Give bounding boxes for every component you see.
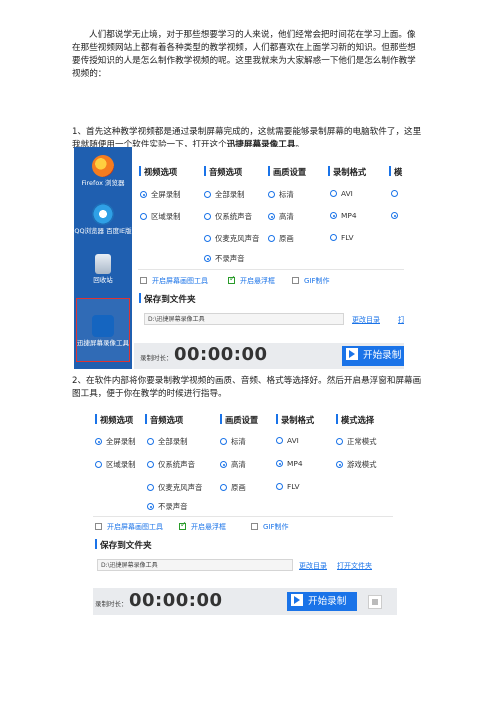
radio-audio-none[interactable]: 不录声音: [147, 501, 188, 512]
radio-audio-all[interactable]: 全部录制: [204, 189, 245, 200]
intro-paragraph: 人们都说学无止境，对于那些想要学习的人来说，他们经常会把时间花在学习上面。像在那…: [72, 30, 416, 79]
record-duration-label: 录制时长：: [140, 354, 173, 362]
save-path-field[interactable]: D:\迅捷屏幕录像工具: [144, 313, 344, 325]
radio-format-mp4[interactable]: MP4: [276, 459, 303, 468]
save-folder-title: 保存到文件夹: [139, 293, 196, 305]
column-quality-settings: 画质设置: [268, 166, 306, 178]
qq-browser-icon: [92, 203, 114, 225]
check-gif[interactable]: [251, 522, 262, 531]
column-audio-options: 音频选项: [204, 166, 242, 178]
play-icon: [291, 594, 303, 606]
radio-quality-hd[interactable]: 高清: [268, 211, 294, 222]
radio-fullscreen[interactable]: 全屏录制: [140, 189, 181, 200]
radio-format-flv[interactable]: FLV: [330, 233, 354, 242]
radio-quality-sd[interactable]: 标清: [268, 189, 294, 200]
check-float-window-label: 开启悬浮框: [191, 523, 226, 531]
radio-fullscreen[interactable]: 全屏录制: [95, 436, 136, 447]
radio-format-flv[interactable]: FLV: [276, 482, 300, 491]
check-float-window[interactable]: [228, 274, 239, 285]
recycle-bin-icon: [95, 254, 111, 274]
desktop-item-label: 回收站: [93, 276, 113, 284]
column-video-options: 视频选项: [95, 414, 133, 426]
column-mode: 模: [389, 166, 402, 178]
radio-format-avi[interactable]: AVI: [276, 436, 299, 445]
desktop-item-label: 迅捷屏幕录像工具: [77, 339, 129, 347]
desktop-item-qq-browser[interactable]: QQ浏览器 百度IE版: [74, 203, 132, 235]
record-footer: 录制时长： 00:00:00 开始录制: [134, 343, 404, 369]
start-record-button[interactable]: 开始录制: [287, 592, 357, 611]
open-folder-link[interactable]: 打开文件夹: [337, 561, 372, 571]
record-duration-label: 录制时长：: [95, 600, 128, 608]
radio-mode-game[interactable]: [391, 211, 402, 220]
radio-audio-all[interactable]: 全部录制: [147, 436, 188, 447]
open-folder-link[interactable]: 打: [398, 315, 404, 325]
column-quality-settings: 画质设置: [220, 414, 258, 426]
check-draw-tool[interactable]: [95, 522, 106, 531]
check-gif[interactable]: [292, 276, 303, 285]
check-gif-label: GIF制作: [304, 277, 330, 285]
screen-recorder-icon: [92, 315, 114, 337]
radio-quality-sd[interactable]: 标清: [220, 436, 246, 447]
desktop: Firefox 浏览器 QQ浏览器 百度IE版 回收站 迅捷屏幕录像工具: [74, 147, 132, 369]
recorder-panel-1: 视频选项 音频选项 画质设置 录制格式 模 全屏录制 区域录制 全部录制 仅系统…: [134, 147, 404, 369]
column-record-format: 录制格式: [328, 166, 366, 178]
radio-audio-none[interactable]: 不录声音: [204, 253, 245, 264]
column-audio-options: 音频选项: [145, 414, 183, 426]
radio-mode-normal[interactable]: 正常模式: [336, 436, 377, 447]
check-draw-tool-label: 开启屏幕画图工具: [107, 523, 163, 531]
radio-mode-game[interactable]: 游戏模式: [336, 459, 377, 470]
column-video-options: 视频选项: [139, 166, 177, 178]
desktop-item-firefox[interactable]: Firefox 浏览器: [74, 155, 132, 187]
change-dir-link[interactable]: 更改目录: [352, 315, 380, 325]
record-duration-value: 00:00:00: [174, 344, 268, 365]
radio-region[interactable]: 区域录制: [95, 459, 136, 470]
screenshot-app-settings: 视频选项 音频选项 画质设置 录制格式 模式选择 全屏录制 区域录制 全部录制 …: [93, 408, 397, 615]
desktop-item-label: Firefox 浏览器: [81, 179, 125, 187]
radio-quality-original[interactable]: 原画: [220, 482, 246, 493]
radio-quality-original[interactable]: 原画: [268, 233, 294, 244]
radio-format-mp4[interactable]: MP4: [330, 211, 357, 220]
step2-paragraph: 2、在软件内部将你要录制教学视频的画质、音频、格式等选择好。然后开启悬浮窗和屏幕…: [72, 376, 422, 399]
radio-audio-system[interactable]: 仅系统声音: [204, 211, 252, 222]
check-draw-tool-label: 开启屏幕画图工具: [152, 277, 208, 285]
check-float-window-label: 开启悬浮框: [240, 277, 275, 285]
divider: [138, 269, 404, 270]
radio-region[interactable]: 区域录制: [140, 211, 181, 222]
radio-audio-system[interactable]: 仅系统声音: [147, 459, 195, 470]
start-record-button[interactable]: 开始录制: [342, 346, 404, 366]
save-path-field[interactable]: D:\迅捷屏幕录像工具: [97, 559, 293, 571]
stop-record-button[interactable]: [368, 595, 382, 609]
radio-audio-mic[interactable]: 仅麦克风声音: [147, 482, 202, 493]
radio-mode-normal[interactable]: [391, 189, 402, 198]
divider: [93, 516, 393, 517]
play-icon: [346, 348, 358, 360]
firefox-icon: [92, 155, 114, 177]
change-dir-link[interactable]: 更改目录: [299, 561, 327, 571]
radio-audio-mic[interactable]: 仅麦克风声音: [204, 233, 259, 244]
radio-quality-hd[interactable]: 高清: [220, 459, 246, 470]
desktop-item-label: QQ浏览器 百度IE版: [74, 227, 132, 235]
check-draw-tool[interactable]: [140, 276, 151, 285]
screenshot-desktop-and-app: Firefox 浏览器 QQ浏览器 百度IE版 回收站 迅捷屏幕录像工具 视频选…: [74, 147, 404, 369]
column-record-format: 录制格式: [276, 414, 314, 426]
desktop-item-recycle-bin[interactable]: 回收站: [74, 254, 132, 284]
desktop-item-screen-recorder[interactable]: 迅捷屏幕录像工具: [74, 315, 132, 347]
check-float-window[interactable]: [179, 520, 190, 531]
save-folder-title: 保存到文件夹: [95, 539, 152, 551]
record-duration-value: 00:00:00: [129, 590, 223, 611]
record-footer: 录制时长： 00:00:00 开始录制: [93, 588, 397, 615]
column-mode: 模式选择: [336, 414, 374, 426]
radio-format-avi[interactable]: AVI: [330, 189, 353, 198]
check-gif-label: GIF制作: [263, 523, 289, 531]
